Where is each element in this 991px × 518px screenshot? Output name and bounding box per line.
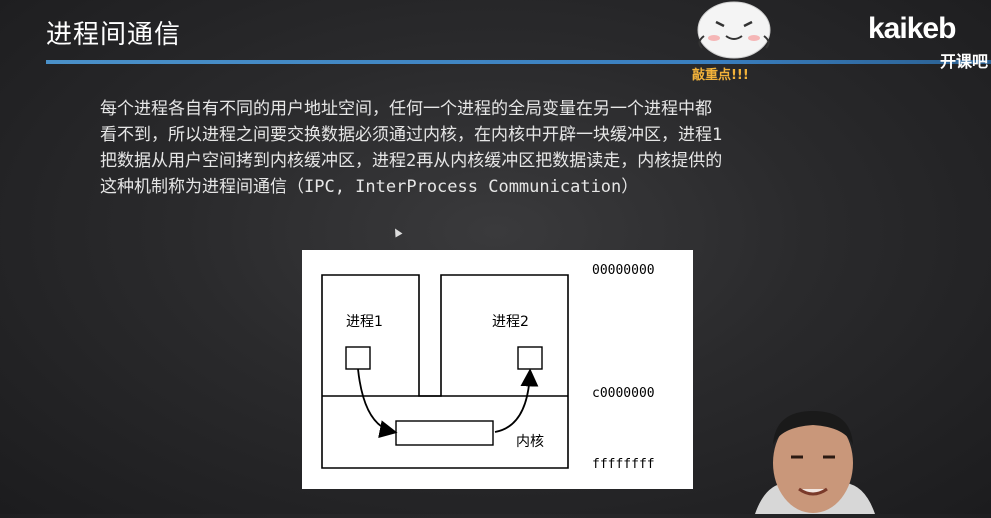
address-top-label: 00000000 <box>592 263 655 278</box>
process2-buffer <box>517 346 543 370</box>
kernel-label: 内核 <box>516 434 544 450</box>
copy-to-kernel-arrow <box>357 368 398 438</box>
ipc-diagram: 进程1 进程2 内核 00000000 c0000000 ffffffff <box>302 250 693 489</box>
process1-label: 进程1 <box>346 314 383 330</box>
address-bottom-label: ffffffff <box>592 457 655 472</box>
process2-label: 进程2 <box>492 314 529 330</box>
address-mid-label: c0000000 <box>592 386 655 401</box>
kernel-buffer <box>395 420 494 446</box>
read-from-kernel-arrow <box>494 368 539 433</box>
slide-body-text: 每个进程各自有不同的用户地址空间，任何一个进程的全局变量在另一个进程中都 看不到… <box>100 99 723 197</box>
brand-logo: kaikeb <box>868 12 956 45</box>
sticker-label: 敲重点!!! <box>692 68 749 83</box>
presenter-video-image <box>755 405 875 514</box>
mouse-cursor-icon <box>391 226 403 238</box>
slide-title: 进程间通信 <box>46 20 182 50</box>
title-divider <box>46 60 991 64</box>
sticker-face-image <box>690 0 778 62</box>
brand-logo-subtitle: 开课吧 <box>940 52 989 71</box>
process1-buffer <box>345 346 371 370</box>
